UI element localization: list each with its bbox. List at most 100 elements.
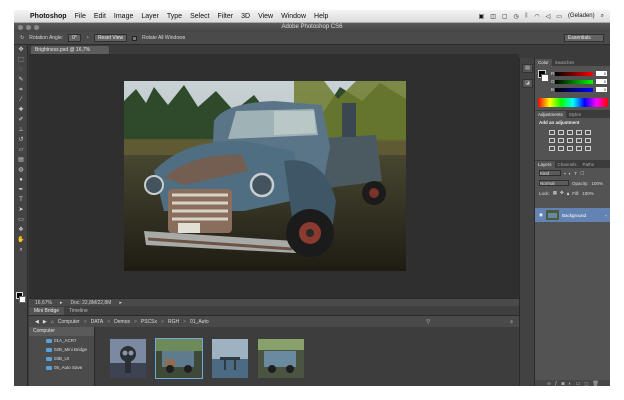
filter-icon[interactable]: ▽ — [426, 319, 430, 325]
opacity-value[interactable]: 100% — [592, 181, 604, 186]
thumbnail-truck-variant[interactable] — [258, 339, 304, 378]
channel-mixer-icon[interactable] — [585, 138, 591, 143]
menu-type[interactable]: Type — [167, 13, 182, 20]
status-info-icon[interactable]: ▸ — [60, 300, 63, 306]
menu-select[interactable]: Select — [190, 13, 209, 20]
path-select-tool-icon[interactable]: ➤ — [14, 205, 28, 215]
black-white-icon[interactable] — [567, 138, 573, 143]
wifi-icon[interactable]: ◠ — [534, 13, 539, 20]
3d-tool-icon[interactable]: ❖ — [14, 225, 28, 235]
new-adjustment-icon[interactable]: ◐ — [569, 381, 572, 386]
path-rgh[interactable]: RGH — [168, 319, 179, 325]
dodge-tool-icon[interactable]: ● — [14, 175, 28, 185]
vibrance-icon[interactable] — [585, 130, 591, 135]
close-window-button[interactable] — [18, 25, 23, 30]
background-layer-row[interactable]: ◉ Background ▫ — [535, 208, 610, 222]
green-value[interactable]: 0 — [596, 79, 607, 84]
layer-style-icon[interactable]: ƒ — [555, 381, 558, 386]
search-icon[interactable]: ⌕ — [510, 319, 513, 325]
delete-layer-icon[interactable]: 🗑︎ — [592, 381, 598, 386]
layer-kind-filter[interactable]: Kind — [539, 170, 561, 176]
lasso-tool-icon[interactable]: ◌ — [14, 65, 28, 75]
workspace-switcher[interactable]: Essentials — [564, 34, 604, 42]
tab-mini-bridge[interactable]: Mini Bridge — [29, 307, 65, 315]
color-background-swatch[interactable] — [541, 74, 549, 82]
menu-filter[interactable]: Filter — [218, 13, 234, 20]
minimize-window-button[interactable] — [26, 25, 31, 30]
screen-icon[interactable]: ▢ — [502, 13, 508, 20]
pen-tool-icon[interactable]: ✒ — [14, 185, 28, 195]
path-demos[interactable]: Demos — [114, 319, 130, 325]
hue-saturation-icon[interactable] — [549, 138, 555, 143]
history-panel-icon[interactable]: ▤ — [522, 64, 533, 73]
menu-edit[interactable]: Edit — [94, 13, 106, 20]
document-tab[interactable]: Brightness.psd @ 16,7% (RGB/8*) — [31, 46, 109, 61]
fill-value[interactable]: 100% — [582, 191, 594, 196]
visibility-eye-icon[interactable]: ◉ — [539, 212, 543, 218]
rotation-angle-field[interactable]: 0° — [68, 34, 81, 42]
menu-layer[interactable]: Layer — [141, 13, 159, 20]
rotate-view-tool-icon[interactable]: ↻ — [20, 35, 24, 41]
red-slider[interactable] — [555, 72, 593, 76]
quick-select-tool-icon[interactable]: ✎ — [14, 75, 28, 85]
menu-file[interactable]: File — [75, 13, 86, 20]
rotate-all-windows-checkbox[interactable] — [132, 35, 138, 41]
folder-item[interactable]: 02B_Mini Bridge — [29, 345, 94, 354]
eraser-tool-icon[interactable]: ▱ — [14, 145, 28, 155]
blend-mode-select[interactable]: Normal — [539, 180, 569, 186]
rotation-dial-icon[interactable]: ◔ — [86, 35, 89, 41]
tab-styles[interactable]: Styles — [566, 111, 584, 118]
folder-item[interactable]: 01A_ACR7 — [29, 336, 94, 345]
forward-icon[interactable]: ▶ — [43, 319, 47, 325]
filter-pixel-icon[interactable]: ▪ — [564, 171, 566, 176]
back-icon[interactable]: ◀ — [35, 319, 39, 325]
filter-adjust-icon[interactable]: ◐ — [569, 171, 572, 176]
levels-icon[interactable] — [558, 130, 564, 135]
properties-panel-icon[interactable]: ◪ — [522, 79, 533, 88]
history-brush-tool-icon[interactable]: ↺ — [14, 135, 28, 145]
selective-color-icon[interactable] — [585, 146, 591, 151]
tab-swatches[interactable]: Swatches — [552, 59, 578, 66]
clone-stamp-tool-icon[interactable]: ⊥ — [14, 125, 28, 135]
display-icon[interactable]: ◫ — [490, 13, 496, 20]
posterize-icon[interactable] — [558, 146, 564, 151]
zoom-tool-icon[interactable]: ⌕ — [14, 245, 28, 255]
gradient-map-icon[interactable] — [576, 146, 582, 151]
thumbnail-truck[interactable] — [155, 338, 203, 379]
document-photo-truck[interactable] — [124, 81, 406, 271]
link-layers-icon[interactable]: ∞ — [547, 381, 551, 386]
lock-pixels-icon[interactable]: ▦ — [553, 190, 557, 196]
filter-shape-icon[interactable]: ▢ — [580, 170, 584, 176]
blue-slider[interactable] — [555, 88, 593, 92]
spotlight-search-icon[interactable]: ⌕ — [601, 13, 604, 20]
path-pscsx[interactable]: PSCSx — [141, 319, 157, 325]
tab-paths[interactable]: Paths — [580, 161, 598, 168]
menu-3d[interactable]: 3D — [241, 13, 250, 20]
layer-name[interactable]: Background — [562, 213, 586, 218]
zoom-window-button[interactable] — [34, 25, 39, 30]
home-icon[interactable]: ⌂ — [51, 319, 54, 325]
green-slider[interactable] — [555, 80, 593, 84]
thumbnail-pier[interactable] — [212, 339, 248, 378]
sidebar-header[interactable]: Computer — [29, 327, 94, 336]
tab-channels[interactable]: Channels — [555, 161, 580, 168]
menu-image[interactable]: Image — [114, 13, 133, 20]
background-color-swatch[interactable] — [19, 296, 26, 303]
reset-view-button[interactable]: Reset View — [93, 34, 128, 42]
blue-value[interactable]: 0 — [596, 87, 607, 92]
move-tool-icon[interactable]: ✥ — [14, 45, 28, 55]
threshold-icon[interactable] — [567, 146, 573, 151]
bluetooth-icon[interactable]: ᛒ — [525, 13, 529, 19]
add-mask-icon[interactable]: ◙ — [562, 381, 565, 386]
gradient-tool-icon[interactable]: ▤ — [14, 155, 28, 165]
photo-filter-icon[interactable] — [576, 138, 582, 143]
tab-color[interactable]: Color — [535, 59, 552, 66]
lock-position-icon[interactable]: ✥ — [560, 190, 564, 196]
color-balance-icon[interactable] — [558, 138, 564, 143]
tab-layers[interactable]: Layers — [535, 161, 555, 168]
brightness-contrast-icon[interactable] — [549, 130, 555, 135]
menu-help[interactable]: Help — [314, 13, 328, 20]
menu-window[interactable]: Window — [281, 13, 306, 20]
status-menu-icon[interactable]: ▸ — [119, 300, 122, 306]
crop-tool-icon[interactable]: ⌗ — [14, 85, 28, 95]
